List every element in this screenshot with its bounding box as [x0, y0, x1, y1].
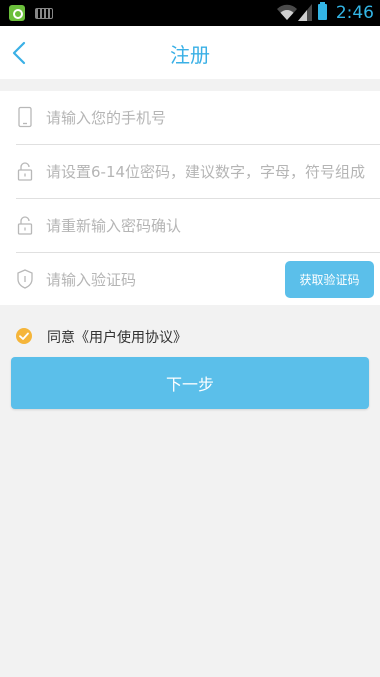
phone-icon — [18, 106, 32, 128]
password-input[interactable] — [46, 145, 376, 198]
wifi-icon — [277, 4, 297, 20]
clock: 2:46 — [335, 3, 374, 23]
confirm-password-input[interactable] — [46, 199, 376, 252]
shield-icon — [17, 269, 33, 289]
checkbox-checked-icon[interactable] — [16, 328, 32, 344]
signal-icon — [298, 4, 312, 21]
header-bar: 注册 — [0, 26, 380, 79]
agreement-link[interactable]: 同意《用户使用协议》 — [47, 327, 187, 347]
page-title: 注册 — [170, 43, 210, 67]
battery-icon — [318, 2, 327, 20]
register-form: 获取验证码 — [0, 91, 380, 306]
verify-code-row: 获取验证码 — [0, 253, 380, 306]
keyboard-icon — [35, 8, 53, 19]
app-notification-icon — [9, 5, 25, 21]
get-code-button[interactable]: 获取验证码 — [285, 261, 374, 298]
lock-icon — [17, 162, 33, 181]
phone-row — [0, 91, 380, 144]
next-step-button[interactable]: 下一步 — [11, 357, 369, 409]
status-bar: 2:46 — [0, 0, 380, 26]
password-row — [0, 145, 380, 198]
confirm-password-row — [0, 199, 380, 252]
phone-input[interactable] — [46, 91, 376, 144]
verify-code-input[interactable] — [46, 253, 276, 306]
lock-icon — [17, 216, 33, 235]
